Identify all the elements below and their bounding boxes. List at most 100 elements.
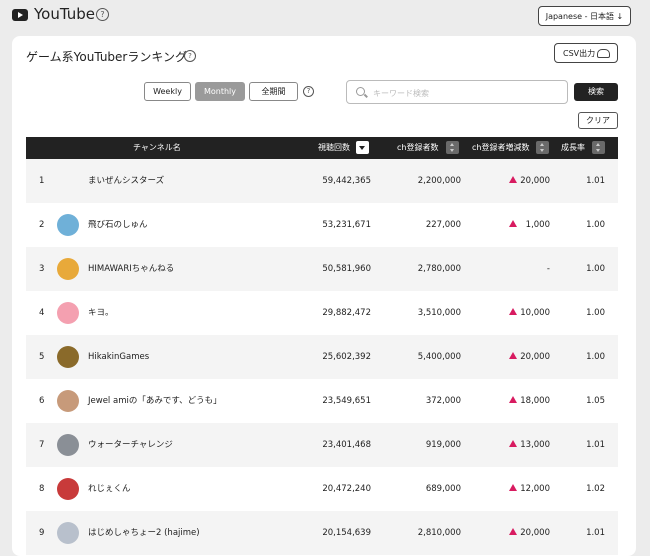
top-bar: YouTube ? Japanese - 日本語 ↓: [0, 0, 650, 34]
increase-up-icon: [509, 203, 517, 247]
table-row[interactable]: 3 HIMAWARIちゃんねる 50,581,960 2,780,000 - 1.00: [26, 247, 618, 291]
increase-up-icon: [509, 511, 517, 555]
table-row[interactable]: 4 キヨ。 29,882,472 3,510,000 10,000 1.00: [26, 291, 618, 335]
sort-subscribers-icon[interactable]: [446, 141, 459, 154]
increase-cell: -: [546, 264, 550, 274]
views-cell: 23,401,468: [322, 440, 371, 450]
subscribers-cell: 372,000: [425, 396, 461, 406]
channel-name[interactable]: HikakinGames: [88, 335, 149, 379]
table-row[interactable]: 6 Jewel amiの「あみです、どうも」 23,549,651 372,000 18…: [26, 379, 618, 423]
search-box: [346, 80, 568, 104]
channel-avatar[interactable]: [57, 522, 79, 544]
rank-cell: 8: [39, 484, 45, 494]
growth-rate-cell: 1.00: [586, 308, 605, 318]
rank-cell: 5: [39, 352, 45, 362]
ranking-table-body: 1 まいぜんシスターズ 59,442,365 2,200,000 20,000 1.01 2…: [26, 159, 618, 555]
growth-rate-cell: 1.02: [586, 484, 605, 494]
language-select-button[interactable]: Japanese - 日本語 ↓: [538, 6, 631, 26]
column-header-subscribers: ch登録者数: [397, 143, 439, 152]
channel-name[interactable]: れじぇくん: [88, 467, 131, 511]
growth-rate-cell: 1.00: [586, 352, 605, 362]
increase-up-icon: [509, 467, 517, 511]
increase-up-icon: [509, 291, 517, 335]
table-row[interactable]: 1 まいぜんシスターズ 59,442,365 2,200,000 20,000 1.01: [26, 159, 618, 203]
views-cell: 50,581,960: [322, 264, 371, 274]
period-help-icon[interactable]: ?: [303, 86, 314, 97]
sort-increase-icon[interactable]: [536, 141, 549, 154]
channel-name[interactable]: キヨ。: [88, 291, 114, 335]
views-cell: 59,442,365: [322, 176, 371, 186]
channel-avatar[interactable]: [57, 390, 79, 412]
subscribers-cell: 2,200,000: [417, 176, 461, 186]
views-cell: 53,231,671: [322, 220, 371, 230]
ranking-help-icon[interactable]: ?: [184, 50, 196, 62]
increase-cell: 1,000: [525, 220, 550, 230]
channel-name[interactable]: まいぜんシスターズ: [88, 159, 164, 203]
column-header-views: 視聴回数: [318, 143, 350, 152]
growth-rate-cell: 1.01: [586, 440, 605, 450]
subscribers-cell: 2,780,000: [417, 264, 461, 274]
growth-rate-cell: 1.00: [586, 264, 605, 274]
views-cell: 20,154,639: [322, 528, 371, 538]
table-row[interactable]: 5 HikakinGames 25,602,392 5,400,000 20,000 1.…: [26, 335, 618, 379]
sort-growth-icon[interactable]: [592, 141, 605, 154]
channel-avatar[interactable]: [57, 258, 79, 280]
growth-rate-cell: 1.01: [586, 176, 605, 186]
search-icon: [356, 87, 365, 96]
help-icon[interactable]: ?: [96, 8, 109, 21]
channel-avatar[interactable]: [57, 346, 79, 368]
increase-up-icon: [509, 159, 517, 203]
table-row[interactable]: 9 はじめしゃちょー2 (hajime) 20,154,639 2,810,000 20…: [26, 511, 618, 555]
channel-avatar[interactable]: [57, 434, 79, 456]
clear-button[interactable]: クリア: [578, 112, 618, 129]
channel-name[interactable]: 飛び石のしゅん: [88, 203, 148, 247]
channel-name[interactable]: ウォーターチャレンジ: [88, 423, 173, 467]
increase-cell: 20,000: [520, 352, 550, 362]
ranking-panel: ゲーム系YouTuberランキング ? CSV出力 Weekly Monthly…: [12, 36, 636, 556]
channel-avatar[interactable]: [57, 302, 79, 324]
increase-up-icon: [509, 423, 517, 467]
subscribers-cell: 689,000: [425, 484, 461, 494]
subscribers-cell: 227,000: [425, 220, 461, 230]
rank-cell: 4: [39, 308, 45, 318]
increase-cell: 20,000: [520, 176, 550, 186]
subscribers-cell: 2,810,000: [417, 528, 461, 538]
tab-monthly[interactable]: Monthly: [195, 82, 245, 101]
search-button[interactable]: 検索: [574, 83, 618, 101]
increase-cell: 18,000: [520, 396, 550, 406]
views-cell: 20,472,240: [322, 484, 371, 494]
column-header-channel: チャンネル名: [133, 143, 181, 152]
column-header-growth: 成長率: [561, 143, 585, 152]
sort-views-icon[interactable]: [356, 141, 369, 154]
growth-rate-cell: 1.05: [586, 396, 605, 406]
subscribers-cell: 919,000: [425, 440, 461, 450]
csv-export-button[interactable]: CSV出力: [554, 43, 618, 63]
increase-up-icon: [509, 335, 517, 379]
tab-all-time[interactable]: 全期間: [249, 82, 298, 101]
table-row[interactable]: 8 れじぇくん 20,472,240 689,000 12,000 1.02: [26, 467, 618, 511]
growth-rate-cell: 1.00: [586, 220, 605, 230]
subscribers-cell: 5,400,000: [417, 352, 461, 362]
youtube-logo-icon: [12, 9, 28, 21]
table-row[interactable]: 2 飛び石のしゅん 53,231,671 227,000 1,000 1.00: [26, 203, 618, 247]
table-header: チャンネル名 視聴回数 ch登録者数 ch登録者増減数 成長率: [26, 137, 618, 159]
search-input[interactable]: [371, 84, 565, 102]
column-header-increase: ch登録者増減数: [472, 143, 530, 152]
cloud-download-icon: [597, 49, 610, 58]
increase-cell: 12,000: [520, 484, 550, 494]
table-row[interactable]: 7 ウォーターチャレンジ 23,401,468 919,000 13,000 1.01: [26, 423, 618, 467]
subscribers-cell: 3,510,000: [417, 308, 461, 318]
channel-name[interactable]: はじめしゃちょー2 (hajime): [88, 511, 200, 555]
channel-avatar[interactable]: [57, 478, 79, 500]
views-cell: 23,549,651: [322, 396, 371, 406]
rank-cell: 6: [39, 396, 45, 406]
tab-weekly[interactable]: Weekly: [144, 82, 191, 101]
increase-up-icon: [509, 379, 517, 423]
views-cell: 29,882,472: [322, 308, 371, 318]
channel-avatar[interactable]: [57, 214, 79, 236]
app-title: YouTube: [34, 5, 95, 23]
channel-name[interactable]: Jewel amiの「あみです、どうも」: [88, 379, 222, 423]
csv-export-label: CSV出力: [563, 49, 596, 58]
channel-name[interactable]: HIMAWARIちゃんねる: [88, 247, 174, 291]
increase-cell: 13,000: [520, 440, 550, 450]
